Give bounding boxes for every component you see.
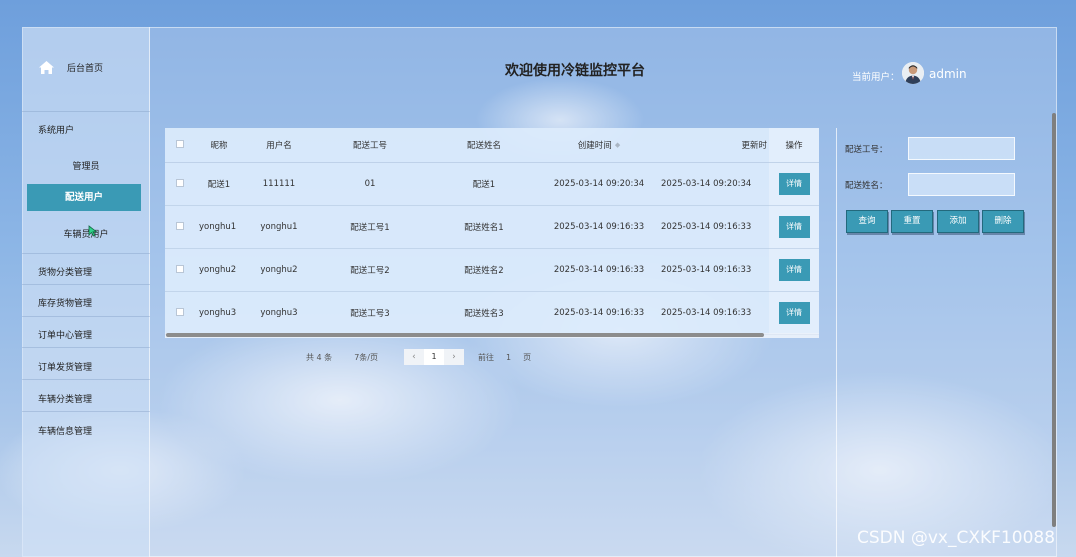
row-checkbox[interactable]	[165, 162, 195, 205]
cell-username: yonghu1	[260, 221, 298, 232]
reset-button[interactable]: 重置	[891, 210, 933, 233]
panel-divider	[836, 128, 837, 557]
select-all-checkbox[interactable]	[165, 128, 195, 162]
cell-actions: 详情	[769, 205, 819, 248]
sidebar-item-inventory[interactable]: 库存货物管理	[38, 296, 92, 309]
page-number-current[interactable]: 1	[423, 349, 444, 365]
divider	[22, 253, 150, 254]
divider	[22, 284, 150, 285]
table-horizontal-scrollbar[interactable]	[166, 333, 764, 337]
detail-button[interactable]: 详情	[778, 172, 810, 195]
table-row: 配送1 111111 01 配送1 2025-03-14 09:20:34 20…	[165, 162, 819, 205]
cell-username: yonghu3	[260, 307, 298, 318]
add-button[interactable]: 添加	[937, 210, 979, 233]
home-icon	[38, 60, 55, 75]
table-row: yonghu2 yonghu2 配送工号2 配送姓名2 2025-03-14 0…	[165, 248, 819, 291]
home-label: 后台首页	[67, 64, 104, 74]
cell-nickname: yonghu1	[199, 221, 237, 232]
sidebar-item-admin[interactable]: 管理员	[22, 159, 150, 172]
pagination-total: 共 4 条	[306, 352, 333, 362]
cell-updated: 2025-03-14 09:16:33	[661, 264, 752, 275]
col-created[interactable]: 创建时间 ◆	[543, 128, 655, 162]
cell-name: 配送姓名1	[464, 222, 504, 233]
name-label: 配送姓名：	[845, 181, 888, 191]
cell-worker-id: 01	[364, 178, 376, 189]
sidebar-item-vehicle-info[interactable]: 车辆信息管理	[38, 424, 92, 437]
divider	[22, 111, 150, 112]
page-unit-label: 页	[523, 352, 532, 362]
cell-created: 2025-03-14 09:16:33	[553, 221, 645, 232]
cell-created: 2025-03-14 09:16:33	[553, 307, 645, 318]
table-row: yonghu1 yonghu1 配送工号1 配送姓名1 2025-03-14 0…	[165, 205, 819, 248]
next-page-button[interactable]: ›	[443, 349, 464, 365]
page-vertical-scrollbar[interactable]	[1052, 113, 1056, 527]
sidebar-item-order-center[interactable]: 订单中心管理	[38, 328, 92, 341]
goto-page-input[interactable]: 1	[506, 353, 511, 362]
sidebar-group-system-users[interactable]: 系统用户	[38, 123, 74, 136]
cell-updated: 2025-03-14 09:16:33	[661, 221, 752, 232]
sort-icon[interactable]: ◆	[615, 141, 620, 149]
row-checkbox[interactable]	[165, 291, 195, 334]
pointer-cursor-icon	[88, 225, 98, 240]
cell-username: yonghu2	[260, 264, 298, 275]
watermark: CSDN @vx_CXKF10088	[857, 528, 1056, 548]
col-name: 配送姓名	[466, 140, 501, 151]
cell-nickname: 配送1	[207, 179, 231, 190]
sidebar: 后台首页 系统用户 管理员 配送用户 车辆员用户 货物分类管理 库存货物管理 订…	[22, 27, 150, 557]
col-updated[interactable]: 更新时	[655, 128, 769, 162]
goto-label: 前往	[477, 352, 494, 362]
cell-nickname: yonghu2	[199, 264, 237, 275]
col-nickname: 昵称	[210, 140, 228, 151]
col-username: 用户名	[266, 140, 292, 151]
page-size-select[interactable]: 7条/页	[354, 352, 378, 363]
table-row: yonghu3 yonghu3 配送工号3 配送姓名3 2025-03-14 0…	[165, 291, 819, 334]
cell-name: 配送1	[472, 179, 496, 190]
home-link[interactable]: 后台首页	[38, 60, 103, 75]
divider	[22, 411, 150, 412]
current-user-label: 当前用户：	[852, 72, 900, 83]
cell-updated: 2025-03-14 09:20:34	[661, 178, 752, 189]
row-checkbox[interactable]	[165, 205, 195, 248]
detail-button[interactable]: 详情	[778, 258, 810, 281]
divider	[22, 347, 150, 348]
detail-button[interactable]: 详情	[778, 301, 810, 324]
sidebar-item-vehicle-users[interactable]: 车辆员用户	[22, 227, 150, 240]
col-worker-id: 配送工号	[352, 140, 387, 151]
divider	[22, 379, 150, 380]
username[interactable]: admin	[929, 67, 967, 81]
divider	[22, 316, 150, 317]
query-button[interactable]: 查询	[846, 210, 888, 233]
page-title: 欢迎使用冷链监控平台	[505, 63, 645, 79]
cell-name: 配送姓名2	[464, 265, 504, 276]
cell-updated: 2025-03-14 09:16:33	[661, 307, 752, 318]
cell-created: 2025-03-14 09:16:33	[553, 264, 645, 275]
cell-actions: 详情	[769, 162, 819, 205]
avatar[interactable]	[902, 62, 924, 84]
cell-name: 配送姓名3	[464, 308, 504, 319]
worker-id-input[interactable]	[908, 137, 1015, 160]
cell-worker-id: 配送工号3	[350, 308, 390, 319]
col-created-label: 创建时间	[577, 140, 612, 151]
cell-worker-id: 配送工号1	[350, 222, 390, 233]
users-table: 昵称 用户名 配送工号 配送姓名 创建时间 ◆ 更新时 操作 配送1 111111…	[165, 128, 819, 338]
detail-button[interactable]: 详情	[778, 215, 810, 238]
prev-page-button[interactable]: ‹	[403, 349, 424, 365]
sidebar-item-vehicle-category[interactable]: 车辆分类管理	[38, 392, 92, 405]
cell-nickname: yonghu3	[199, 307, 237, 318]
table-header-row: 昵称 用户名 配送工号 配送姓名 创建时间 ◆ 更新时 操作	[165, 128, 819, 162]
cell-created: 2025-03-14 09:20:34	[553, 178, 645, 189]
col-actions: 操作	[769, 128, 819, 162]
cell-username: 111111	[262, 178, 296, 189]
worker-id-label: 配送工号：	[845, 145, 888, 155]
sidebar-item-goods-category[interactable]: 货物分类管理	[38, 265, 92, 278]
name-input[interactable]	[908, 173, 1015, 196]
row-checkbox[interactable]	[165, 248, 195, 291]
cell-actions: 详情	[769, 248, 819, 291]
cell-actions: 详情	[769, 291, 819, 334]
cell-worker-id: 配送工号2	[350, 265, 390, 276]
delete-button[interactable]: 删除	[982, 210, 1024, 233]
sidebar-item-order-shipping[interactable]: 订单发货管理	[38, 360, 92, 373]
pagination: 共 4 条 7条/页 ‹ 1 › 前往 1 页	[306, 349, 531, 365]
sidebar-item-delivery-users[interactable]: 配送用户	[27, 184, 141, 211]
